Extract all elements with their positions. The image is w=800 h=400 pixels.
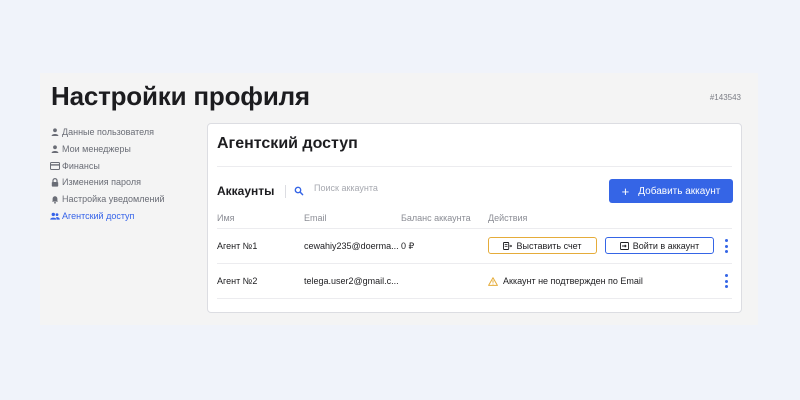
issue-invoice-button[interactable]: Выставить счет [488,237,597,254]
plus-icon: + [621,183,630,199]
login-account-label: Войти в аккаунт [632,240,700,251]
sidebar-item-label: Финансы [62,160,100,171]
accounts-heading: Аккаунты [217,184,275,198]
agent-email: telega.user2@gmail.c... [304,276,399,286]
section-title: Агентский доступ [217,135,358,152]
sidebar-item-label: Данные пользователя [62,127,155,138]
agent-access-card: Агентский доступ Аккаунты + Добавить акк… [207,123,742,313]
bell-icon [49,195,60,204]
divider [217,298,732,299]
user-icon [49,145,60,154]
profile-id: #143543 [709,93,741,102]
invoice-icon [503,241,513,250]
column-header-name: Имя [217,213,235,223]
sidebar-item-password[interactable]: Изменения пароля [49,174,199,191]
sidebar-item-notifications[interactable]: Настройка уведомлений [49,191,199,208]
sidebar-item-label: Агентский доступ [62,210,135,221]
divider [285,185,286,198]
login-account-button[interactable]: Войти в аккаунт [605,237,714,254]
page-title: Настройки профиля [51,81,310,111]
sidebar-item-finance[interactable]: Финансы [49,157,199,174]
column-header-email: Email [304,213,327,223]
unverified-warning: Аккаунт не подтвержден по Email [488,264,643,298]
search-icon[interactable] [294,183,304,196]
add-account-label: Добавить аккаунт [638,185,721,197]
table-row: Агент №1 cewahiy235@doerma... 0 ₽ Выстав… [208,229,741,263]
account-search [294,183,464,196]
agent-balance: 0 ₽ [401,240,415,251]
sidebar-item-label: Изменения пароля [62,177,141,188]
divider [217,166,732,167]
profile-settings-panel: Настройки профиля #143543 Данные пользов… [40,73,758,325]
sidebar-item-agent-access[interactable]: Агентский доступ [49,207,199,224]
users-icon [49,212,60,220]
add-account-button[interactable]: + Добавить аккаунт [609,179,733,203]
warning-icon [488,276,498,286]
sidebar-item-label: Мои менеджеры [62,144,131,155]
card-icon [49,161,60,170]
search-input[interactable] [314,183,464,193]
sidebar-item-label: Настройка уведомлений [62,194,165,205]
user-icon [49,128,60,137]
issue-invoice-label: Выставить счет [516,240,582,251]
warning-text: Аккаунт не подтвержден по Email [503,276,643,286]
lock-icon [49,177,60,187]
sidebar-item-user-data[interactable]: Данные пользователя [49,124,199,141]
agent-name: Агент №2 [217,276,258,286]
sidebar: Данные пользователя Мои менеджеры Финанс… [49,124,199,224]
table-row: Агент №2 telega.user2@gmail.c... Аккаунт… [208,264,741,298]
agent-email: cewahiy235@doerma... [304,241,399,251]
login-icon [619,241,629,250]
more-actions-icon[interactable] [722,273,730,289]
sidebar-item-managers[interactable]: Мои менеджеры [49,141,199,158]
agent-name: Агент №1 [217,241,258,251]
more-actions-icon[interactable] [722,238,730,254]
column-header-balance: Баланс аккаунта [401,213,471,223]
column-header-actions: Действия [488,213,528,223]
